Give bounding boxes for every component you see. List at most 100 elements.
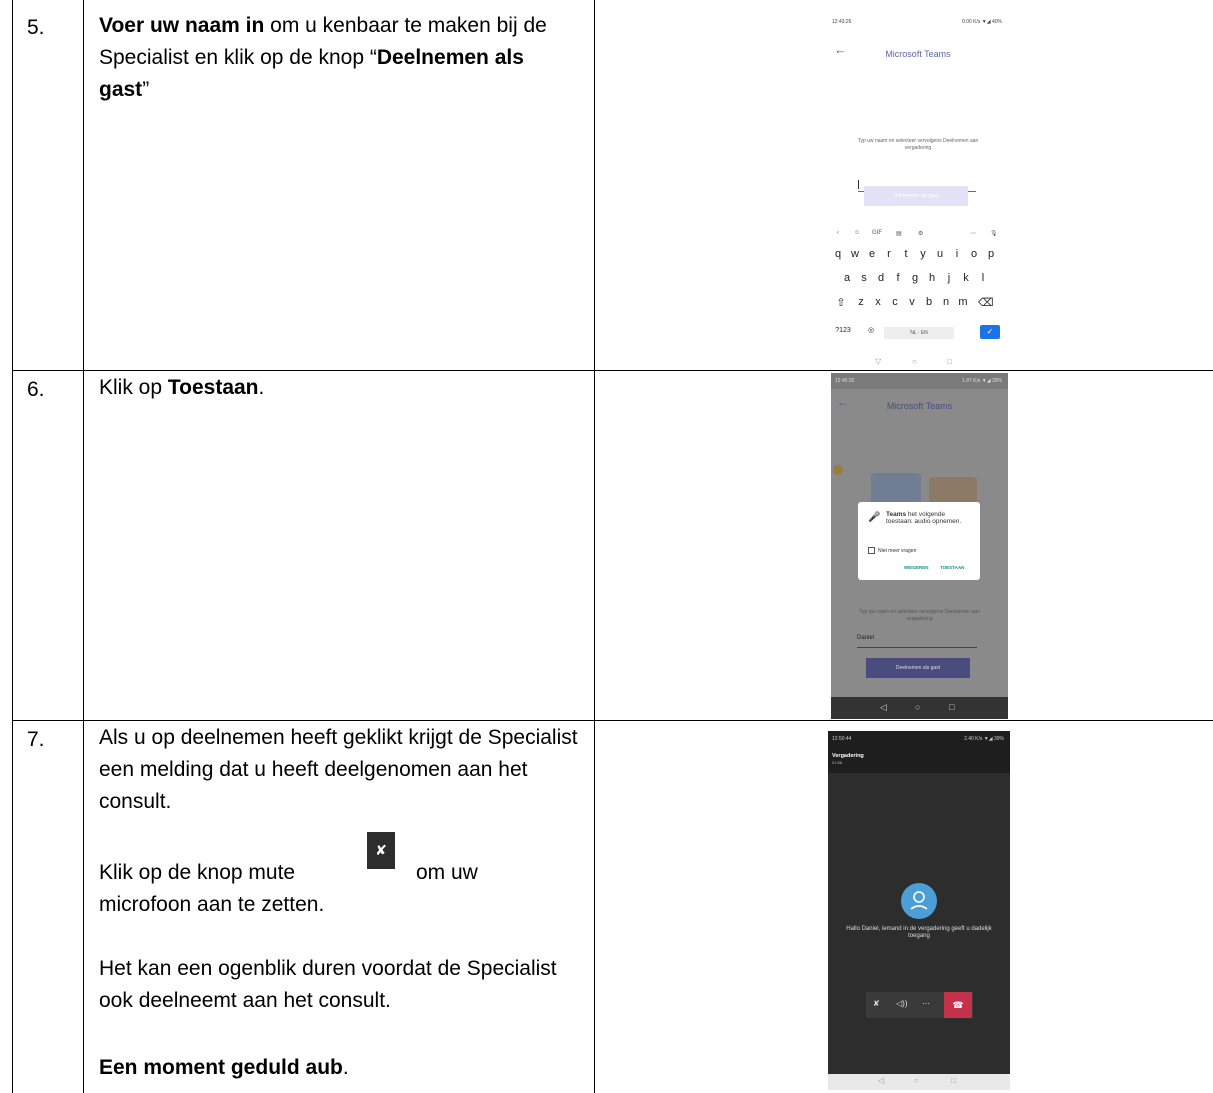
meeting-header: Vergadering 01:56 (828, 745, 1010, 773)
key[interactable]: t (899, 248, 913, 260)
recents-nav-icon[interactable]: □ (949, 702, 954, 712)
meeting-title: Vergadering (832, 753, 864, 759)
key[interactable]: a (840, 272, 854, 284)
avatar (901, 883, 937, 919)
status-time: 12:50:44 (832, 736, 852, 742)
key[interactable]: u (933, 248, 947, 260)
call-controls: ✘ ◁)) ⋯ ☎ (866, 992, 973, 1018)
home-nav-icon[interactable]: ○ (914, 1076, 919, 1085)
status-bar: 12:43:26 0.00 K/s ▼◢ 40% (828, 14, 1008, 30)
keyboard-row-1: q w e r t y u i o p (828, 248, 1008, 266)
join-as-guest-button[interactable]: Deelnemen als gast (864, 186, 968, 206)
key[interactable]: p (984, 248, 998, 260)
sticker-icon[interactable]: ☺ (854, 230, 860, 236)
key[interactable]: m (956, 296, 970, 308)
status-time: 12:43:26 (832, 19, 852, 25)
microphone-icon[interactable]: 🎙 (990, 230, 998, 237)
mute-icon[interactable]: ✘ (873, 999, 880, 1008)
key[interactable]: g (908, 272, 922, 284)
step-number: 5. (27, 16, 45, 39)
back-nav-icon[interactable]: ◁ (880, 702, 887, 713)
globe-icon[interactable]: ◎ (864, 326, 878, 334)
recents-nav-icon[interactable]: □ (951, 1076, 956, 1085)
step-text-bold: Toestaan (167, 376, 259, 399)
table-divider-2 (594, 0, 595, 1093)
status-indicators: 2.40 K/s ▼◢ 39% (964, 736, 1004, 742)
key[interactable]: d (874, 272, 888, 284)
step-text-plain: Klik op (99, 376, 168, 399)
back-nav-icon[interactable]: ▽ (875, 357, 881, 366)
deny-button[interactable]: WEIGEREN (904, 565, 929, 570)
key[interactable]: j (942, 272, 956, 284)
step-text: om uw microfoon aan te zetten. (99, 857, 519, 921)
more-options-icon[interactable]: ⋯ (922, 999, 930, 1008)
key[interactable]: x (871, 296, 885, 308)
dont-ask-again-checkbox[interactable]: Niet meer vragen (868, 547, 916, 554)
key[interactable]: y (916, 248, 930, 260)
name-input[interactable]: Daniel (857, 635, 977, 648)
lobby-message: Hallo Daniel, iemand in de vergadering g… (846, 926, 992, 939)
gif-button[interactable]: GIF (872, 230, 882, 236)
enter-key[interactable]: ✓ (980, 325, 1000, 339)
symbols-key[interactable]: ?123 (833, 327, 853, 334)
checkbox-box[interactable] (868, 547, 875, 554)
key[interactable]: q (831, 248, 845, 260)
table-border-left (12, 0, 13, 1093)
key[interactable]: b (922, 296, 936, 308)
speaker-icon[interactable]: ◁)) (896, 999, 907, 1008)
back-nav-icon[interactable]: ◁ (878, 1076, 884, 1085)
status-time: 12:45:32 (835, 378, 855, 384)
key[interactable]: s (857, 272, 871, 284)
key[interactable]: w (848, 248, 862, 260)
row-divider-1 (12, 370, 1213, 371)
key[interactable]: f (891, 272, 905, 284)
keyboard-toolbar: ‹ ☺ GIF ▤ ⚙ ⋯ 🎙 (828, 230, 1008, 242)
name-prompt: Typ uw naam en selecteer vervolgens Deel… (859, 609, 980, 622)
spacebar[interactable]: NL · EN (884, 327, 954, 339)
home-nav-icon[interactable]: ○ (915, 702, 920, 712)
checkbox-label: Niet meer vragen (878, 547, 917, 554)
on-screen-keyboard: ‹ ☺ GIF ▤ ⚙ ⋯ 🎙 q w e r t y u i o p a s … (828, 224, 1008, 369)
key[interactable]: k (959, 272, 973, 284)
row-divider-2 (12, 720, 1213, 721)
key[interactable]: r (882, 248, 896, 260)
recents-nav-icon[interactable]: □ (947, 357, 952, 366)
phone-screenshot-waiting-lobby: 12:50:44 2.40 K/s ▼◢ 39% Vergadering 01:… (828, 731, 1010, 1090)
app-title: Microsoft Teams (886, 401, 953, 411)
join-as-guest-button[interactable]: Deelnemen als gast (866, 658, 970, 678)
clipboard-icon[interactable]: ▤ (896, 230, 902, 237)
allow-button[interactable]: TOESTAAN (940, 565, 964, 570)
instruction-table: 5. Voer uw naam in om u kenbaar te maken… (0, 0, 1213, 1093)
more-icon[interactable]: ⋯ (970, 230, 976, 237)
key[interactable]: i (950, 248, 964, 260)
meeting-duration: 01:56 (832, 760, 843, 765)
backspace-key[interactable]: ⌫ (978, 296, 994, 309)
step-text: Een moment geduld aub. (99, 1052, 579, 1084)
step-number: 7. (27, 728, 45, 751)
keyboard-collapse-icon[interactable]: ‹ (837, 230, 839, 236)
key[interactable]: c (888, 296, 902, 308)
system-nav-bar: ▽ ○ □ (828, 355, 1008, 369)
key[interactable]: e (865, 248, 879, 260)
notification-dot (833, 465, 843, 475)
dialog-message: Teams het volgende toestaan: audio opnem… (886, 511, 972, 525)
settings-icon[interactable]: ⚙ (918, 230, 923, 237)
keyboard-row-3: ⇧ z x c v b n m ⌫ (828, 296, 1008, 314)
home-nav-icon[interactable]: ○ (912, 357, 917, 366)
key[interactable]: z (854, 296, 868, 308)
step-text: Als u op deelnemen heeft geklikt krijgt … (99, 722, 579, 818)
key[interactable]: l (976, 272, 990, 284)
key[interactable]: v (905, 296, 919, 308)
key[interactable]: o (967, 248, 981, 260)
step-paragraph: Als u op deelnemen heeft geklikt krijgt … (99, 726, 578, 813)
key[interactable]: h (925, 272, 939, 284)
step-text: Het kan een ogenblik duren voordat de Sp… (99, 953, 579, 1017)
step-text-plain: . (342, 1056, 349, 1079)
microphone-icon: 🎤 (868, 512, 881, 523)
status-indicators: 0.00 K/s ▼◢ 40% (962, 19, 1002, 25)
phone-screenshot-join-as-guest: 12:43:26 0.00 K/s ▼◢ 40% ← Microsoft Tea… (828, 14, 1008, 369)
shift-key[interactable]: ⇧ (834, 296, 848, 309)
name-prompt: Typ uw naam en selecteer vervolgens Deel… (857, 138, 979, 151)
hang-up-button[interactable]: ☎ (944, 992, 972, 1018)
key[interactable]: n (939, 296, 953, 308)
